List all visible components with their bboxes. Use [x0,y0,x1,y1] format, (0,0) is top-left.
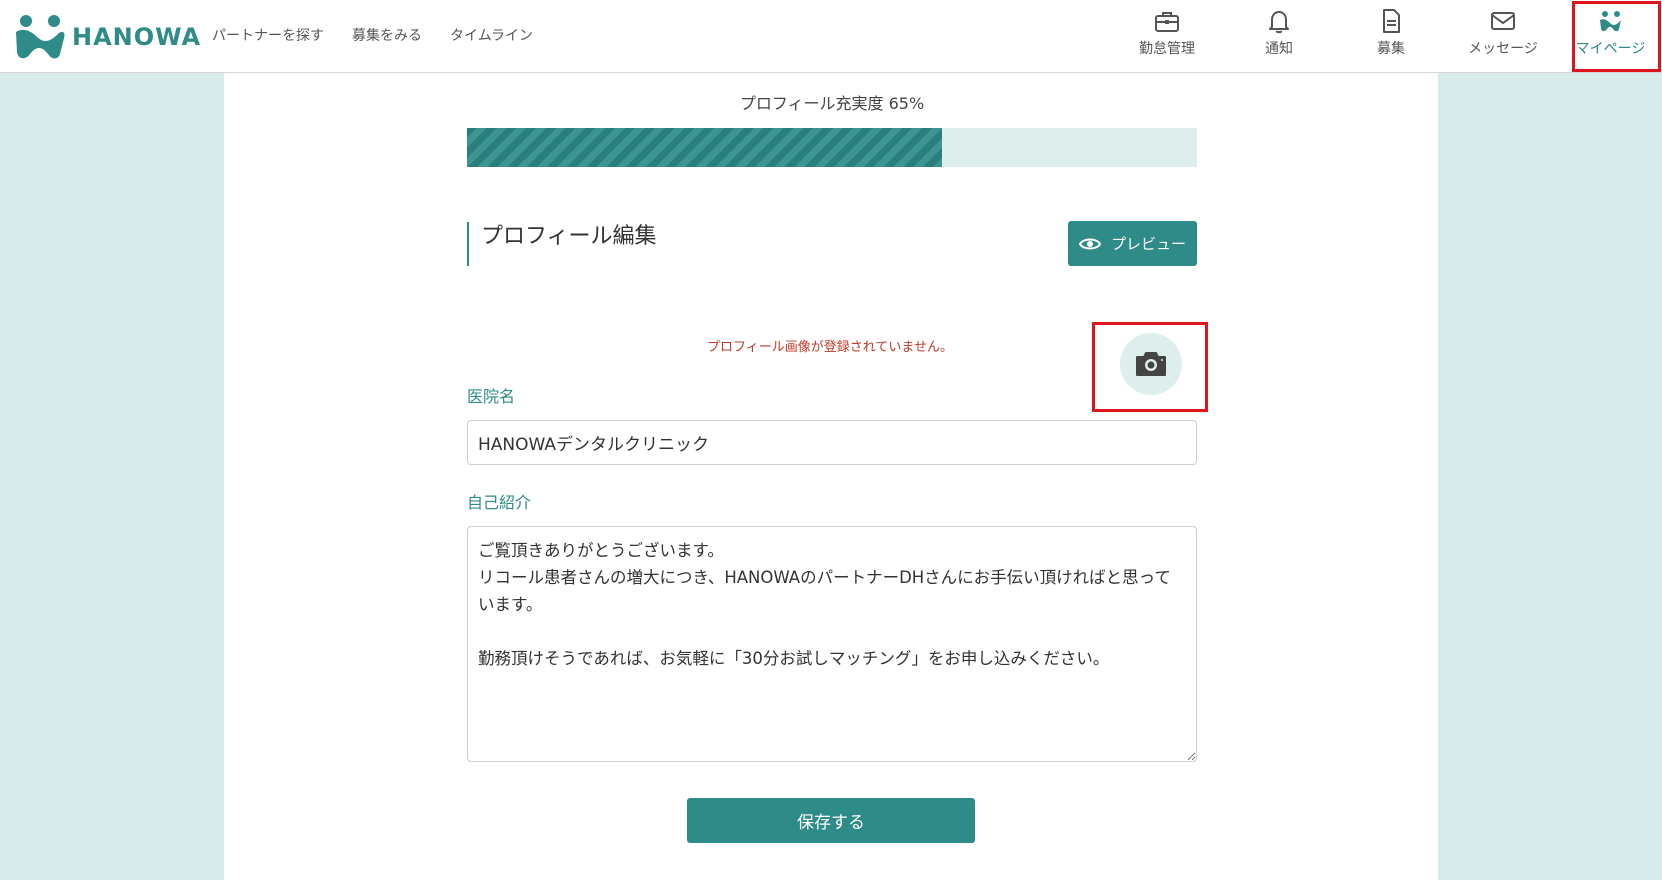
nav-notifications-label: 通知 [1265,41,1293,57]
upload-photo-button[interactable] [1120,333,1182,395]
nav-messages-label: メッセージ [1468,41,1538,57]
intro-label: 自己紹介 [467,493,532,512]
profile-completion-bar [467,128,1197,167]
hanowa-logo-icon [16,15,65,59]
briefcase-icon [1155,12,1179,32]
preview-button[interactable]: プレビュー [1068,221,1197,266]
profile-completion-fill [467,128,942,167]
preview-button-label: プレビュー [1110,235,1186,253]
nav-mypage-label: マイページ [1575,41,1646,57]
bell-icon [1269,11,1289,34]
nav-notifications[interactable]: 通知 [1223,0,1335,72]
eye-icon [1078,238,1101,249]
nav-view-recruitments[interactable]: 募集をみる [352,26,422,46]
nav-messages[interactable]: メッセージ [1447,0,1559,72]
no-image-warning: プロフィール画像が登録されていません。 [707,340,953,355]
brand-name: HANOWA [72,23,202,51]
clinic-name-label: 医院名 [467,387,516,406]
intro-textarea[interactable]: ご覧頂きありがとうございます。 リコール患者さんの増大につき、HANOWAのパー… [467,526,1197,762]
hanowa-logo[interactable]: HANOWA [14,14,201,60]
nav-attendance[interactable]: 勤怠管理 [1111,0,1223,72]
nav-recruitment[interactable]: 募集 [1335,0,1447,72]
nav-timeline[interactable]: タイムライン [450,26,533,46]
top-nav: パートナーを探す 募集をみる タイムライン [212,26,561,46]
page-title: プロフィール編集 [467,222,657,266]
mypage-logo-icon [1599,11,1621,32]
save-button[interactable]: 保存する [687,798,975,843]
camera-icon [1136,352,1166,376]
nav-mypage[interactable]: マイページ [1559,0,1662,72]
document-icon [1383,9,1400,33]
profile-completion-label: プロフィール充実度 65% [739,94,925,113]
top-header: HANOWA パートナーを探す 募集をみる タイムライン 勤怠管理 通知 募集 … [0,0,1662,73]
clinic-name-input[interactable] [467,420,1197,465]
nav-recruitment-label: 募集 [1377,41,1405,57]
nav-find-partner[interactable]: パートナーを探す [212,26,324,46]
nav-attendance-label: 勤怠管理 [1139,41,1195,57]
envelope-icon [1491,12,1515,30]
